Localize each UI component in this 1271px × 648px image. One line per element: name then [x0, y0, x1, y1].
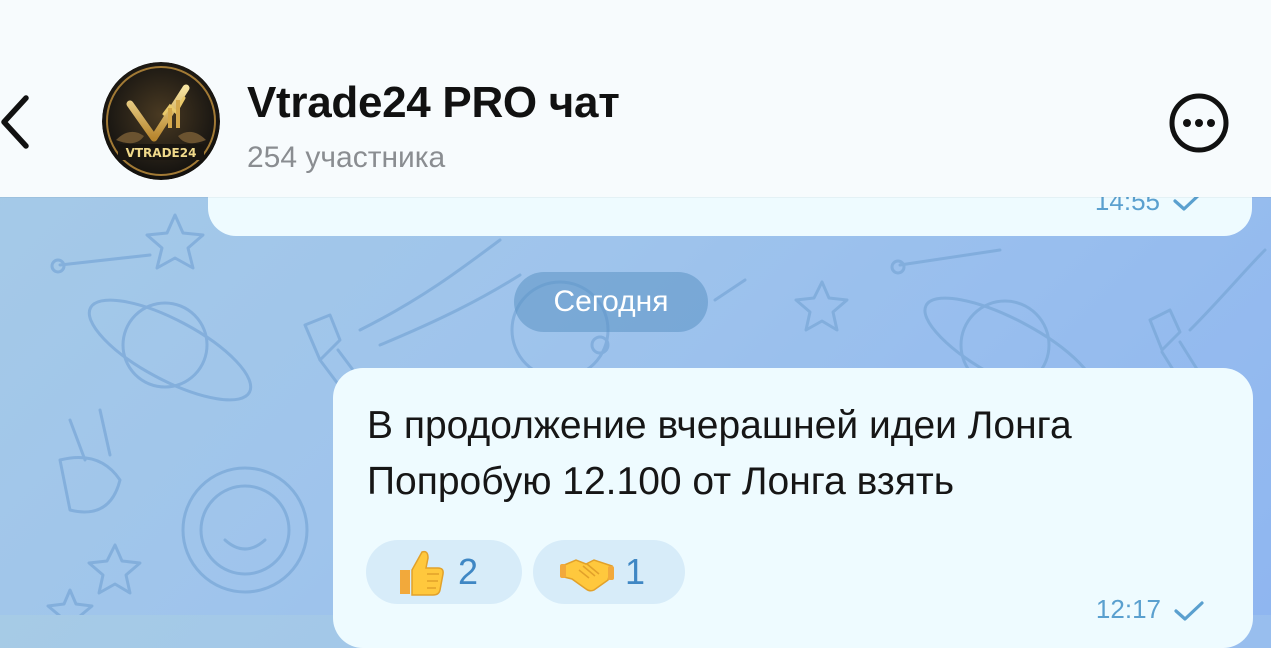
more-horizontal-icon — [1169, 93, 1229, 153]
reaction-count: 1 — [625, 551, 646, 592]
thumbs-up-icon — [400, 550, 444, 596]
svg-text:VTRADE24: VTRADE24 — [126, 146, 197, 160]
message-line: Попробую 12.100 от Лонга взять — [367, 460, 955, 503]
message-text: В продолжение вчерашней идеи Лонга Попро… — [367, 398, 1237, 510]
chat-title[interactable]: Vtrade24 PRO чат — [247, 78, 620, 128]
message-time: 12:17 — [1095, 594, 1161, 624]
chat-avatar[interactable]: VTRADE24 — [102, 62, 220, 180]
date-separator: Сегодня — [514, 272, 708, 332]
chat-member-count: 254 участника — [247, 141, 446, 174]
reaction-handshake[interactable]: 1 — [533, 540, 685, 604]
chevron-left-icon — [1, 95, 29, 149]
vtrade-logo-icon: VTRADE24 — [102, 62, 220, 180]
check-icon — [1174, 601, 1204, 621]
back-button[interactable] — [0, 92, 40, 152]
chat-header: VTRADE24 Vtrade24 PRO чат 254 участника — [0, 0, 1271, 197]
more-options-button[interactable] — [1168, 92, 1230, 154]
message-bubble[interactable]: В продолжение вчерашней идеи Лонга Попро… — [333, 368, 1253, 648]
handshake-icon — [560, 559, 614, 592]
reaction-count: 2 — [458, 551, 479, 592]
message-line: В продолжение вчерашней идеи Лонга — [367, 404, 1072, 447]
reaction-thumbs-up[interactable]: 2 — [366, 540, 522, 604]
